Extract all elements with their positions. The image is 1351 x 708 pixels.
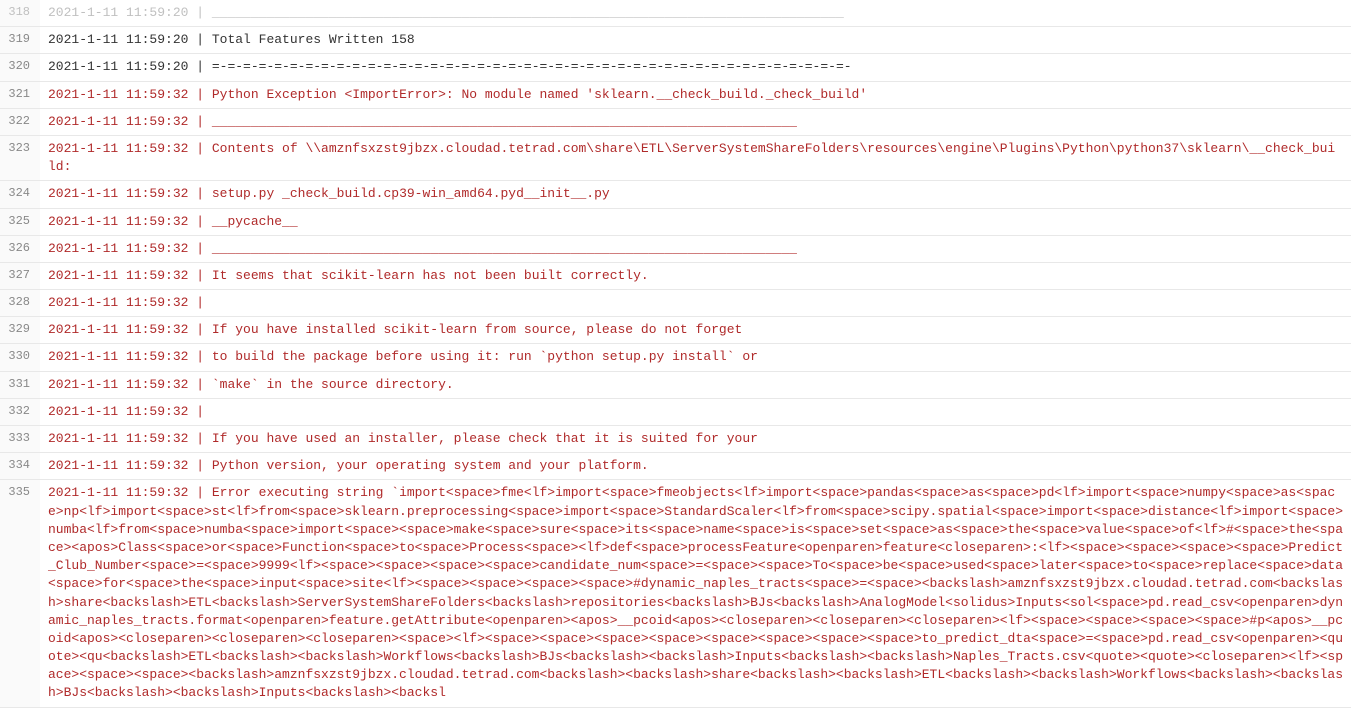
log-timestamp: 2021-1-11 11:59:32 <box>48 349 188 364</box>
log-text: to build the package before using it: ru… <box>212 349 758 364</box>
log-row[interactable]: 3272021-1-11 11:59:32 | It seems that sc… <box>0 262 1351 289</box>
log-text: ________________________________________… <box>212 5 844 20</box>
log-message: 2021-1-11 11:59:20 | =-=-=-=-=-=-=-=-=-=… <box>40 54 1351 81</box>
line-number: 328 <box>0 290 40 317</box>
log-timestamp: 2021-1-11 11:59:32 <box>48 404 188 419</box>
log-message: 2021-1-11 11:59:32 | Error executing str… <box>40 480 1351 707</box>
line-number: 318 <box>0 0 40 27</box>
line-number: 331 <box>0 371 40 398</box>
log-message: 2021-1-11 11:59:32 | setup.py _check_bui… <box>40 181 1351 208</box>
log-row[interactable]: 3322021-1-11 11:59:32 | <box>0 398 1351 425</box>
line-number: 327 <box>0 262 40 289</box>
log-message: 2021-1-11 11:59:32 | ___________________… <box>40 108 1351 135</box>
log-timestamp: 2021-1-11 11:59:32 <box>48 141 188 156</box>
line-number: 329 <box>0 317 40 344</box>
log-timestamp: 2021-1-11 11:59:20 <box>48 5 188 20</box>
line-number: 333 <box>0 426 40 453</box>
line-number: 322 <box>0 108 40 135</box>
log-message: 2021-1-11 11:59:20 | Total Features Writ… <box>40 27 1351 54</box>
log-message: 2021-1-11 11:59:32 | Python Exception <I… <box>40 81 1351 108</box>
log-text: If you have used an installer, please ch… <box>212 431 758 446</box>
log-text: Total Features Written 158 <box>212 32 415 47</box>
log-timestamp: 2021-1-11 11:59:32 <box>48 322 188 337</box>
log-text: __pycache__ <box>212 214 298 229</box>
log-table: 3182021-1-11 11:59:20 | ________________… <box>0 0 1351 708</box>
log-text: Error executing string `import<space>fme… <box>48 485 1343 700</box>
log-row[interactable]: 3352021-1-11 11:59:32 | Error executing … <box>0 480 1351 707</box>
log-timestamp: 2021-1-11 11:59:32 <box>48 87 188 102</box>
log-text: =-=-=-=-=-=-=-=-=-=-=-=-=-=-=-=-=-=-=-=-… <box>212 59 852 74</box>
log-text: Python version, your operating system an… <box>212 458 649 473</box>
log-timestamp: 2021-1-11 11:59:32 <box>48 114 188 129</box>
log-text: `make` in the source directory. <box>212 377 454 392</box>
line-number: 320 <box>0 54 40 81</box>
log-row[interactable]: 3302021-1-11 11:59:32 | to build the pac… <box>0 344 1351 371</box>
line-number: 324 <box>0 181 40 208</box>
log-message: 2021-1-11 11:59:32 | Python version, you… <box>40 453 1351 480</box>
line-number: 321 <box>0 81 40 108</box>
log-message: 2021-1-11 11:59:32 | `make` in the sourc… <box>40 371 1351 398</box>
log-row[interactable]: 3232021-1-11 11:59:32 | Contents of \\am… <box>0 135 1351 180</box>
log-message: 2021-1-11 11:59:32 | <box>40 290 1351 317</box>
line-number: 325 <box>0 208 40 235</box>
log-row[interactable]: 3332021-1-11 11:59:32 | If you have used… <box>0 426 1351 453</box>
log-message: 2021-1-11 11:59:32 | to build the packag… <box>40 344 1351 371</box>
log-timestamp: 2021-1-11 11:59:20 <box>48 59 188 74</box>
log-message: 2021-1-11 11:59:32 | Contents of \\amznf… <box>40 135 1351 180</box>
log-timestamp: 2021-1-11 11:59:32 <box>48 241 188 256</box>
log-message: 2021-1-11 11:59:32 | <box>40 398 1351 425</box>
log-row[interactable]: 3202021-1-11 11:59:20 | =-=-=-=-=-=-=-=-… <box>0 54 1351 81</box>
log-row[interactable]: 3282021-1-11 11:59:32 | <box>0 290 1351 317</box>
log-text: ________________________________________… <box>212 114 797 129</box>
log-row[interactable]: 3262021-1-11 11:59:32 | ________________… <box>0 235 1351 262</box>
log-timestamp: 2021-1-11 11:59:32 <box>48 186 188 201</box>
log-row[interactable]: 3292021-1-11 11:59:32 | If you have inst… <box>0 317 1351 344</box>
log-timestamp: 2021-1-11 11:59:32 <box>48 458 188 473</box>
log-text: Python Exception <ImportError>: No modul… <box>212 87 867 102</box>
log-row[interactable]: 3242021-1-11 11:59:32 | setup.py _check_… <box>0 181 1351 208</box>
log-text: It seems that scikit-learn has not been … <box>212 268 649 283</box>
log-timestamp: 2021-1-11 11:59:20 <box>48 32 188 47</box>
log-row[interactable]: 3342021-1-11 11:59:32 | Python version, … <box>0 453 1351 480</box>
line-number: 326 <box>0 235 40 262</box>
line-number: 334 <box>0 453 40 480</box>
line-number: 335 <box>0 480 40 707</box>
log-timestamp: 2021-1-11 11:59:32 <box>48 268 188 283</box>
line-number: 330 <box>0 344 40 371</box>
log-message: 2021-1-11 11:59:32 | If you have used an… <box>40 426 1351 453</box>
log-timestamp: 2021-1-11 11:59:32 <box>48 431 188 446</box>
log-text: If you have installed scikit-learn from … <box>212 322 743 337</box>
log-timestamp: 2021-1-11 11:59:32 <box>48 295 188 310</box>
log-message: 2021-1-11 11:59:32 | ___________________… <box>40 235 1351 262</box>
log-timestamp: 2021-1-11 11:59:32 <box>48 214 188 229</box>
log-message: 2021-1-11 11:59:20 | ___________________… <box>40 0 1351 27</box>
log-text: setup.py _check_build.cp39-win_amd64.pyd… <box>212 186 610 201</box>
log-row[interactable]: 3212021-1-11 11:59:32 | Python Exception… <box>0 81 1351 108</box>
log-message: 2021-1-11 11:59:32 | __pycache__ <box>40 208 1351 235</box>
line-number: 319 <box>0 27 40 54</box>
log-message: 2021-1-11 11:59:32 | If you have install… <box>40 317 1351 344</box>
line-number: 323 <box>0 135 40 180</box>
log-timestamp: 2021-1-11 11:59:32 <box>48 485 188 500</box>
log-row[interactable]: 3222021-1-11 11:59:32 | ________________… <box>0 108 1351 135</box>
log-message: 2021-1-11 11:59:32 | It seems that sciki… <box>40 262 1351 289</box>
log-row[interactable]: 3192021-1-11 11:59:20 | Total Features W… <box>0 27 1351 54</box>
log-timestamp: 2021-1-11 11:59:32 <box>48 377 188 392</box>
line-number: 332 <box>0 398 40 425</box>
log-row[interactable]: 3182021-1-11 11:59:20 | ________________… <box>0 0 1351 27</box>
log-row[interactable]: 3312021-1-11 11:59:32 | `make` in the so… <box>0 371 1351 398</box>
log-text: Contents of \\amznfsxzst9jbzx.cloudad.te… <box>48 141 1335 174</box>
log-row[interactable]: 3252021-1-11 11:59:32 | __pycache__ <box>0 208 1351 235</box>
log-text: ________________________________________… <box>212 241 797 256</box>
